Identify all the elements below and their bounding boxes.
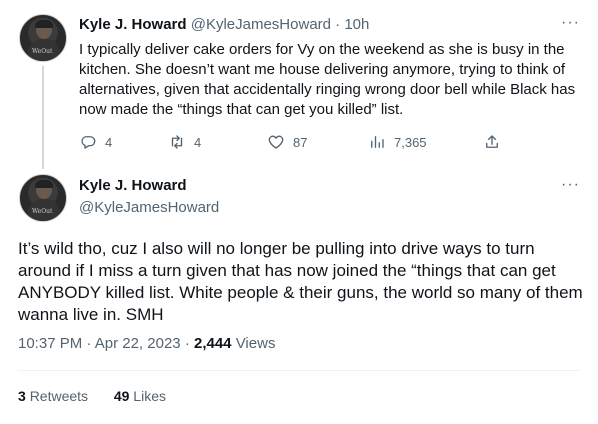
divider <box>18 370 580 371</box>
retweets-label: Retweets <box>29 388 89 404</box>
tweet-parent[interactable]: WeOut Kyle J. Howard @KyleJamesHoward · … <box>0 0 598 169</box>
likes-label: Likes <box>133 388 166 404</box>
retweet-icon <box>171 135 183 149</box>
tweet-text-main: It’s wild tho, cuz I also will no longer… <box>18 239 583 324</box>
header-separator: · <box>335 16 341 33</box>
avatar-logo: WeOut <box>32 48 53 55</box>
retweet-count: 4 <box>194 134 202 150</box>
reply-icon <box>81 136 96 149</box>
views-label: Views <box>235 335 276 352</box>
tweet-meta: 10:37 PM · Apr 22, 2023 · 2,444 Views <box>18 335 275 352</box>
views-count: 2,444 <box>193 335 232 352</box>
retweet-button[interactable]: 4 <box>168 133 201 151</box>
tweet-header: Kyle J. Howard @KyleJamesHoward · 10h <box>79 16 369 33</box>
retweets-link[interactable]: 3 Retweets <box>18 388 92 404</box>
tweet-time[interactable]: 10h <box>344 16 369 33</box>
like-count: 87 <box>293 134 308 150</box>
retweets-count: 3 <box>18 388 26 404</box>
likes-link[interactable]: 49 Likes <box>114 388 166 404</box>
author-handle[interactable]: @KyleJamesHoward <box>191 16 331 33</box>
reply-button[interactable]: 4 <box>79 133 112 151</box>
tweet-text: I typically deliver cake orders for Vy o… <box>79 41 576 118</box>
tweet-actions: 4 4 87 7,365 <box>79 133 499 153</box>
author-name[interactable]: Kyle J. Howard <box>79 177 187 194</box>
engagement-stats: 3 Retweets 49 Likes <box>18 388 166 404</box>
avatar-cap <box>35 180 53 188</box>
more-options-icon[interactable]: ··· <box>561 14 580 32</box>
meta-separator: · <box>86 335 92 352</box>
tweet-time[interactable]: 10:37 PM <box>18 335 82 352</box>
like-button[interactable]: 87 <box>267 133 307 151</box>
avatar[interactable]: WeOut <box>19 14 67 62</box>
avatar[interactable]: WeOut <box>19 174 67 222</box>
thread-connector-line <box>42 66 44 169</box>
heart-icon <box>268 135 284 149</box>
reply-count: 4 <box>105 134 113 150</box>
tweet-date[interactable]: Apr 22, 2023 <box>95 335 181 352</box>
share-icon <box>486 135 498 148</box>
more-options-icon[interactable]: ··· <box>561 176 580 194</box>
analytics-icon <box>371 136 384 148</box>
avatar-logo: WeOut <box>32 208 53 215</box>
likes-count: 49 <box>113 388 130 404</box>
views-button[interactable]: 7,365 <box>368 133 427 151</box>
avatar-cap <box>35 20 53 28</box>
views-count: 7,365 <box>394 134 427 150</box>
meta-separator: · <box>184 335 190 352</box>
author-handle[interactable]: @KyleJamesHoward <box>79 199 219 216</box>
share-button[interactable] <box>483 133 509 151</box>
author-name[interactable]: Kyle J. Howard <box>79 16 187 33</box>
